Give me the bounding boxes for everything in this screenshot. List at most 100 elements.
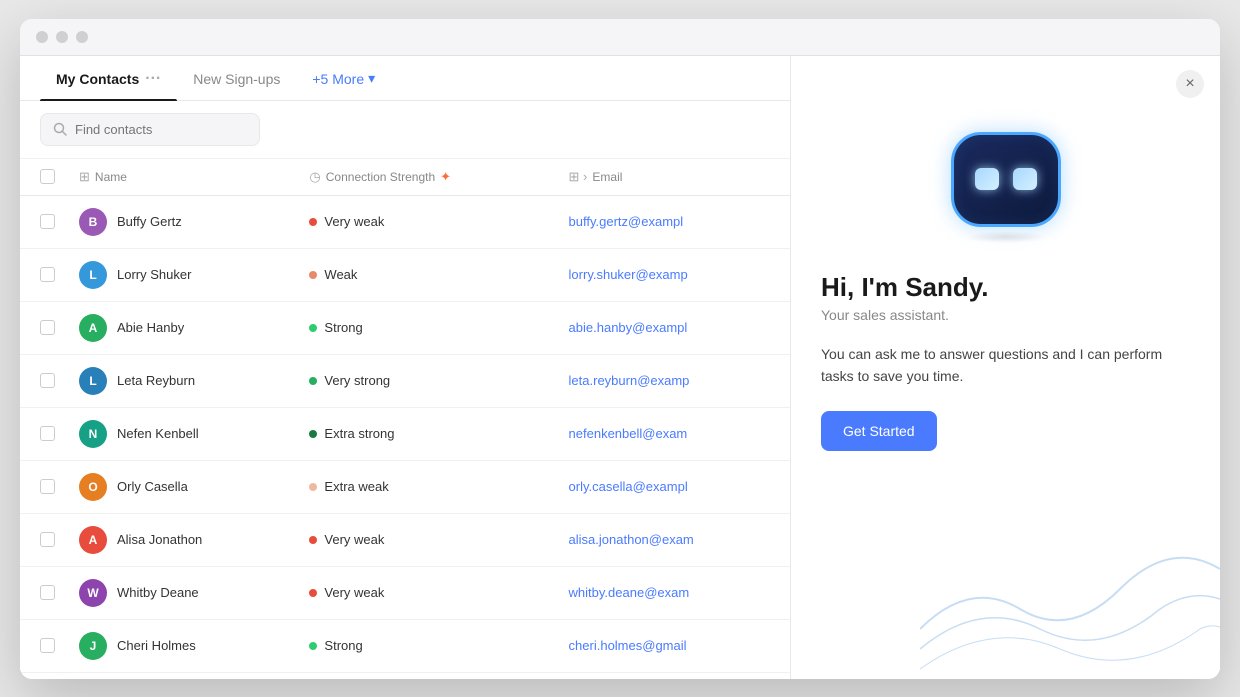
strength-dot [309, 377, 317, 385]
traffic-light-green[interactable] [76, 31, 88, 43]
tab-options-dots[interactable]: ··· [145, 70, 161, 88]
row-checkbox[interactable] [40, 638, 55, 653]
main-window: My Contacts ··· New Sign-ups +5 More ▾ [20, 19, 1220, 679]
row-checkbox-cell[interactable] [20, 513, 67, 566]
sort-icon[interactable]: ✦ [440, 169, 451, 185]
contact-avatar: J [79, 632, 107, 660]
table-row: W Whitby Deane Very weak whitby.deane@ex… [20, 566, 790, 619]
search-input[interactable] [75, 122, 247, 137]
row-checkbox[interactable] [40, 585, 55, 600]
contact-avatar: W [79, 579, 107, 607]
strength-label: Very weak [324, 214, 384, 229]
strength-dot [309, 218, 317, 226]
row-email-cell[interactable]: lorry.shuker@examp [557, 248, 790, 301]
row-strength-cell: Very weak [297, 513, 556, 566]
strength-dot [309, 324, 317, 332]
row-checkbox-cell[interactable] [20, 407, 67, 460]
row-strength-cell: Extra weak [297, 460, 556, 513]
ai-description: You can ask me to answer questions and I… [821, 343, 1190, 388]
row-checkbox-cell[interactable] [20, 619, 67, 672]
row-name-cell: O Orly Casella [67, 460, 297, 513]
ai-content: Hi, I'm Sandy. Your sales assistant. You… [791, 252, 1220, 679]
col-name-label: Name [95, 170, 127, 184]
strength-label: Very strong [324, 373, 390, 388]
contact-name: Alisa Jonathon [117, 532, 202, 547]
ai-greeting: Hi, I'm Sandy. [821, 272, 1190, 303]
tab-more[interactable]: +5 More ▾ [296, 56, 391, 99]
strength-dot [309, 271, 317, 279]
row-checkbox-cell[interactable] [20, 566, 67, 619]
tab-new-signups-label: New Sign-ups [193, 71, 280, 87]
ai-panel-header: × [791, 56, 1220, 112]
traffic-light-yellow[interactable] [56, 31, 68, 43]
contacts-panel: My Contacts ··· New Sign-ups +5 More ▾ [20, 56, 790, 679]
row-email-cell[interactable]: abie.hanby@exampl [557, 301, 790, 354]
traffic-light-red[interactable] [36, 31, 48, 43]
row-checkbox[interactable] [40, 373, 55, 388]
row-checkbox-cell[interactable] [20, 301, 67, 354]
row-checkbox-cell[interactable] [20, 460, 67, 513]
row-email-cell[interactable]: cheri.holmes@gmail [557, 619, 790, 672]
strength-label: Weak [324, 267, 357, 282]
row-email-cell[interactable]: nefenkenbell@exam [557, 407, 790, 460]
email-col-icon: ⊞ › [569, 169, 588, 185]
row-name-cell: B Buffy Gertz [67, 195, 297, 248]
chevron-down-icon: ▾ [368, 70, 375, 87]
row-checkbox-cell[interactable] [20, 195, 67, 248]
contact-name: Orly Casella [117, 479, 188, 494]
tab-my-contacts-label: My Contacts [56, 71, 139, 87]
row-name-cell: N Nefen Kenbell [67, 407, 297, 460]
row-email-cell[interactable]: buffy.gertz@exampl [557, 195, 790, 248]
col-header-email[interactable]: ⊞ › Email [557, 159, 790, 196]
tab-my-contacts[interactable]: My Contacts ··· [40, 56, 177, 100]
strength-label: Extra strong [324, 426, 394, 441]
title-bar [20, 19, 1220, 56]
get-started-button[interactable]: Get Started [821, 411, 937, 451]
robot-body [951, 132, 1061, 227]
col-header-checkbox[interactable] [20, 159, 67, 196]
select-all-checkbox[interactable] [40, 169, 55, 184]
tabs-bar: My Contacts ··· New Sign-ups +5 More ▾ [20, 56, 790, 101]
contact-name: Buffy Gertz [117, 214, 182, 229]
row-email-cell[interactable]: alisa.jonathon@exam [557, 513, 790, 566]
row-email-cell[interactable]: whitby.deane@exam [557, 566, 790, 619]
table-row: L Leta Reyburn Very strong leta.reyburn@… [20, 354, 790, 407]
table-row: O Orly Casella Extra weak orly.casella@e… [20, 460, 790, 513]
col-email-label: Email [592, 170, 622, 184]
row-checkbox[interactable] [40, 320, 55, 335]
strength-dot [309, 430, 317, 438]
search-input-wrap[interactable] [40, 113, 260, 146]
table-row: A Alisa Jonathon Very weak alisa.jonatho… [20, 513, 790, 566]
table-row: B Buffy Gertz Very weak buffy.gertz@exam… [20, 195, 790, 248]
ai-subtitle: Your sales assistant. [821, 307, 1190, 323]
strength-label: Strong [324, 320, 362, 335]
col-header-strength[interactable]: ◷ Connection Strength ✦ [297, 159, 556, 196]
strength-label: Very weak [324, 585, 384, 600]
contact-name: Whitby Deane [117, 585, 199, 600]
robot-eye-right [1013, 168, 1037, 190]
row-checkbox[interactable] [40, 426, 55, 441]
row-strength-cell: Very weak [297, 195, 556, 248]
strength-dot [309, 483, 317, 491]
row-checkbox[interactable] [40, 267, 55, 282]
search-bar [20, 101, 790, 159]
main-content: My Contacts ··· New Sign-ups +5 More ▾ [20, 56, 1220, 679]
contact-avatar: O [79, 473, 107, 501]
row-email-cell[interactable]: leta.reyburn@examp [557, 354, 790, 407]
close-button[interactable]: × [1176, 70, 1204, 98]
row-name-cell: J Cheri Holmes [67, 619, 297, 672]
row-strength-cell: Weak [297, 248, 556, 301]
contacts-table-wrap: ⊞ Name ◷ Connection Strength ✦ [20, 159, 790, 679]
row-checkbox-cell[interactable] [20, 354, 67, 407]
table-row: J Cheri Holmes Strong cheri.holmes@gmail [20, 619, 790, 672]
strength-dot [309, 536, 317, 544]
row-checkbox-cell[interactable] [20, 248, 67, 301]
row-checkbox[interactable] [40, 479, 55, 494]
row-email-cell[interactable]: orly.casella@exampl [557, 460, 790, 513]
search-icon [53, 122, 67, 136]
row-checkbox[interactable] [40, 214, 55, 229]
col-header-name[interactable]: ⊞ Name [67, 159, 297, 196]
tab-new-signups[interactable]: New Sign-ups [177, 57, 296, 99]
contact-avatar: N [79, 420, 107, 448]
row-checkbox[interactable] [40, 532, 55, 547]
